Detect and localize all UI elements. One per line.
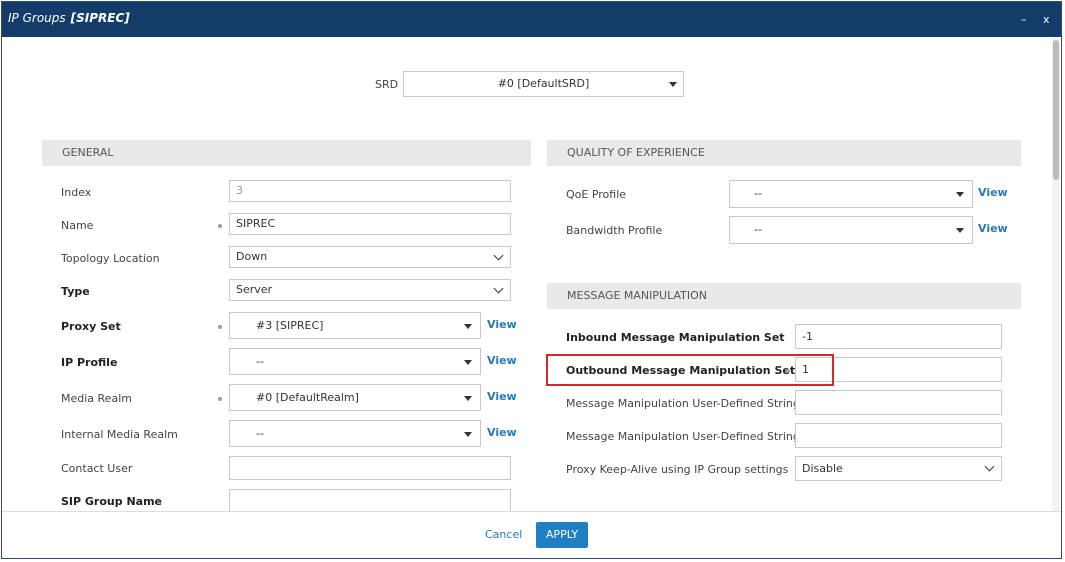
name-field[interactable]: SIPREC [229, 213, 511, 235]
internal-media-realm-select[interactable]: -- [229, 420, 481, 447]
apply-button[interactable]: APPLY [536, 522, 588, 548]
ip-profile-view-link[interactable]: View [487, 354, 517, 367]
inbound-manipulation-field[interactable]: -1 [795, 324, 1002, 349]
media-realm-view-link[interactable]: View [487, 390, 517, 403]
srd-select[interactable]: #0 [DefaultSRD] [403, 71, 684, 97]
qoe-section-header: QUALITY OF EXPERIENCE [547, 140, 1021, 166]
bandwidth-profile-label: Bandwidth Profile [566, 224, 663, 237]
type-select[interactable]: Server [229, 279, 511, 301]
dropdown-arrow-icon [464, 324, 472, 329]
name-label: Name [61, 219, 94, 232]
udstring2-field[interactable] [795, 423, 1002, 448]
scrollbar-thumb[interactable] [1053, 40, 1059, 180]
proxy-set-view-link[interactable]: View [487, 318, 517, 331]
topology-location-label: Topology Location [61, 252, 160, 265]
chevron-down-icon [984, 461, 995, 472]
general-section-header: GENERAL [42, 140, 531, 166]
cancel-button[interactable]: Cancel [485, 528, 522, 541]
highlight-box [546, 354, 834, 386]
ip-profile-select[interactable]: -- [229, 348, 481, 375]
dialog-title-name: [SIPREC] [70, 11, 130, 25]
keepalive-label: Proxy Keep-Alive using IP Group settings [566, 463, 789, 476]
qoe-profile-label: QoE Profile [566, 188, 627, 201]
internal-media-realm-label: Internal Media Realm [61, 428, 178, 441]
index-field: 3 [229, 180, 511, 202]
sip-group-name-field[interactable] [229, 489, 511, 512]
minimize-button[interactable]: – [1021, 13, 1027, 26]
udstring1-label: Message Manipulation User-Defined String… [566, 397, 811, 410]
qoe-profile-select[interactable]: -- [729, 180, 973, 208]
index-label: Index [61, 186, 92, 199]
topology-location-select[interactable]: Down [229, 246, 511, 268]
srd-label: SRD [375, 78, 399, 91]
contact-user-label: Contact User [61, 462, 133, 475]
internal-media-realm-view-link[interactable]: View [487, 426, 517, 439]
proxy-set-select[interactable]: #3 [SIPREC] [229, 312, 481, 339]
dialog-content: SRD #0 [DefaultSRD] GENERAL Index 3 Name… [2, 37, 1061, 512]
required-dot-icon [218, 325, 222, 329]
bandwidth-profile-view-link[interactable]: View [978, 222, 1008, 235]
dropdown-arrow-icon [464, 360, 472, 365]
udstring2-label: Message Manipulation User-Defined String… [566, 430, 811, 443]
qoe-profile-view-link[interactable]: View [978, 186, 1008, 199]
required-dot-icon [218, 397, 222, 401]
dropdown-arrow-icon [956, 192, 964, 197]
required-dot-icon [218, 224, 222, 228]
vertical-scrollbar[interactable] [1052, 38, 1060, 511]
dialog-footer: Cancel APPLY [2, 511, 1061, 558]
contact-user-field[interactable] [229, 456, 511, 480]
type-label: Type [61, 285, 90, 298]
media-realm-label: Media Realm [61, 392, 132, 405]
media-realm-select[interactable]: #0 [DefaultRealm] [229, 384, 481, 411]
keepalive-select[interactable]: Disable [795, 456, 1002, 481]
udstring1-field[interactable] [795, 390, 1002, 415]
proxy-set-label: Proxy Set [61, 320, 121, 333]
sip-group-name-label: SIP Group Name [61, 495, 163, 508]
ip-profile-label: IP Profile [61, 356, 118, 369]
close-button[interactable]: x [1043, 13, 1050, 26]
inbound-manipulation-label: Inbound Message Manipulation Set [566, 331, 785, 344]
message-manipulation-section-header: MESSAGE MANIPULATION [547, 283, 1021, 309]
chevron-down-icon [493, 250, 504, 261]
dropdown-arrow-icon [669, 82, 677, 87]
dialog-title-bar: IP Groups [SIPREC] – x [2, 2, 1061, 37]
dropdown-arrow-icon [464, 396, 472, 401]
chevron-down-icon [493, 283, 504, 294]
dropdown-arrow-icon [956, 228, 964, 233]
dialog-title: IP Groups [SIPREC] [8, 11, 130, 25]
ip-groups-dialog: IP Groups [SIPREC] – x SRD #0 [DefaultSRD… [1, 1, 1062, 559]
dropdown-arrow-icon [464, 432, 472, 437]
bandwidth-profile-select[interactable]: -- [729, 216, 973, 244]
